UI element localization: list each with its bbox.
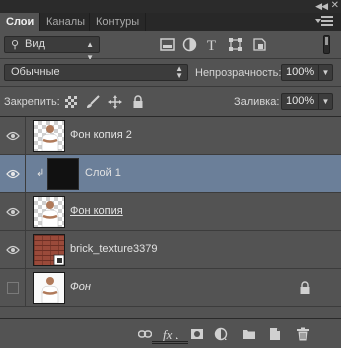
svg-text:fx: fx — [163, 327, 173, 341]
layer-thumbnail — [47, 158, 79, 190]
image-filter-icon[interactable] — [160, 37, 175, 52]
layer-name: brick_texture3379 — [70, 243, 158, 255]
layer-thumbnail — [33, 272, 65, 304]
new-layer-icon[interactable] — [268, 327, 282, 341]
person-thumbnail-icon — [41, 277, 59, 303]
person-thumbnail-icon — [41, 125, 59, 151]
eye-icon — [6, 207, 20, 217]
lock-row: Закрепить: Заливка: 100% ▼ — [0, 87, 341, 117]
layers-list: Фон копия 2 ↲ Слой 1 Фон копия brick_tex… — [0, 117, 341, 311]
layer-row[interactable]: Фон копия — [0, 193, 341, 231]
layer-name: Слой 1 — [85, 167, 121, 179]
visibility-toggle[interactable] — [0, 193, 26, 231]
visibility-toggle[interactable] — [0, 269, 26, 307]
layer-thumbnail — [33, 196, 65, 228]
opacity-field[interactable]: 100% ▼ — [281, 64, 333, 81]
lock-position-icon[interactable] — [108, 95, 122, 109]
chevron-down-icon[interactable]: ▼ — [318, 94, 332, 109]
fill-label: Заливка: — [234, 96, 280, 108]
chevron-updown-icon: ▲ ▼ — [175, 64, 183, 80]
visibility-toggle[interactable] — [0, 231, 26, 269]
link-layers-icon[interactable] — [138, 327, 152, 341]
shape-filter-icon[interactable] — [228, 37, 243, 52]
new-group-icon[interactable] — [242, 327, 256, 341]
lock-pixels-icon[interactable] — [86, 95, 100, 109]
smart-object-filter-icon[interactable] — [252, 37, 267, 52]
lock-icon — [300, 281, 310, 294]
eye-icon — [6, 131, 20, 141]
opacity-label: Непрозрачность: — [195, 67, 282, 79]
fill-field[interactable]: 100% ▼ — [281, 93, 333, 110]
blend-mode-select[interactable]: Обычные ▲ ▼ — [4, 64, 188, 81]
tab-paths[interactable]: Контуры — [90, 13, 146, 31]
panel-menu-icon[interactable] — [315, 16, 333, 28]
layer-name: Фон копия — [70, 205, 123, 217]
fx-icon[interactable]: fx — [162, 327, 180, 341]
panel-tab-bar: Слои Каналы Контуры — [0, 13, 341, 31]
fill-value: 100% — [286, 95, 315, 107]
type-filter-icon[interactable]: T — [204, 37, 219, 52]
eye-icon — [6, 245, 20, 255]
layer-row-selected[interactable]: ↲ Слой 1 — [0, 155, 341, 193]
layer-row[interactable]: Фон копия 2 — [0, 117, 341, 155]
filter-kind-select[interactable]: ⚲ Вид ▲ ▼ — [4, 36, 100, 62]
collapse-panel-icon[interactable]: ◀◀ — [315, 1, 328, 12]
lock-label: Закрепить: — [4, 96, 60, 108]
lock-all-icon[interactable] — [131, 95, 145, 109]
eye-icon — [6, 169, 20, 179]
smart-object-badge-icon — [53, 254, 64, 265]
person-thumbnail-icon — [41, 201, 59, 227]
svg-text:T: T — [207, 38, 216, 52]
lock-transparency-icon[interactable] — [64, 95, 78, 109]
layer-row[interactable]: brick_texture3379 — [0, 231, 341, 269]
filter-toolbar: ⚲ Вид ▲ ▼ T — [0, 31, 341, 62]
delete-layer-icon[interactable] — [296, 327, 310, 341]
layer-name: Фон копия 2 — [70, 129, 132, 141]
blend-options-row: Обычные ▲ ▼ Непрозрачность: 100% ▼ — [0, 59, 341, 87]
visibility-toggle[interactable] — [0, 155, 26, 193]
filter-toggle-switch[interactable] — [323, 35, 330, 54]
visibility-toggle[interactable] — [0, 117, 26, 155]
hidden-visibility-box — [7, 282, 19, 294]
adjustment-layer-icon[interactable] — [214, 327, 228, 341]
chevron-down-icon[interactable]: ▼ — [318, 65, 332, 80]
resize-grip[interactable] — [152, 341, 188, 346]
layer-row[interactable]: Фон — [0, 269, 341, 307]
panel-top-strip: ◀◀ ✕ — [0, 0, 341, 13]
add-mask-icon[interactable] — [190, 327, 204, 341]
search-icon: ⚲ — [11, 39, 20, 51]
blend-mode-value: Обычные — [11, 66, 60, 78]
clipping-mask-arrow-icon: ↲ — [36, 168, 45, 179]
close-panel-icon[interactable]: ✕ — [331, 0, 339, 11]
tab-layers[interactable]: Слои — [0, 13, 40, 31]
layer-thumbnail — [33, 120, 65, 152]
layer-name: Фон — [70, 281, 91, 293]
layer-thumbnail — [33, 234, 65, 266]
list-empty-space — [0, 311, 341, 318]
filter-kind-label: Вид — [25, 38, 45, 50]
tab-channels[interactable]: Каналы — [40, 13, 90, 31]
opacity-value: 100% — [286, 66, 315, 78]
adjustment-filter-icon[interactable] — [182, 37, 197, 52]
